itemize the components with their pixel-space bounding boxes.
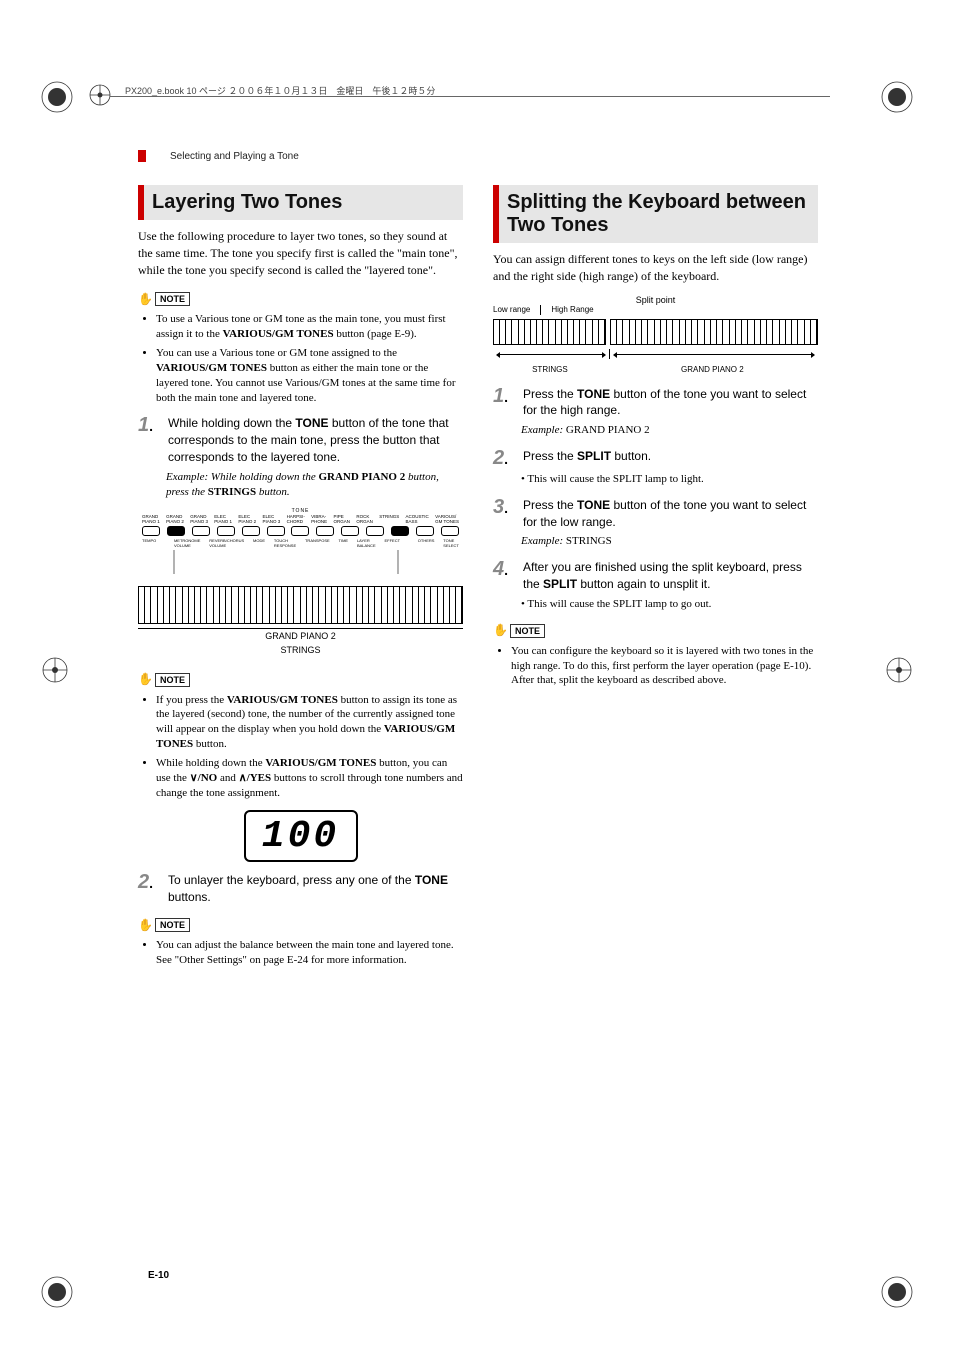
step-1: 1 While holding down the TONE button of … — [138, 415, 463, 465]
r-note-item: You can configure the keyboard so it is … — [511, 644, 818, 689]
page-number: E-10 — [148, 1270, 169, 1281]
panel-buttons — [138, 524, 463, 538]
heading-layering: Layering Two Tones — [138, 185, 463, 220]
panel-lines — [138, 550, 463, 574]
r-step-3-body: Press the TONE button of the tone you wa… — [523, 497, 818, 531]
note-2-item: If you press the VARIOUS/GM TONES button… — [156, 693, 463, 752]
breadcrumb-marker — [138, 150, 146, 162]
note-2-item: While holding down the VARIOUS/GM TONES … — [156, 756, 463, 801]
intro-splitting: You can assign different tones to keys o… — [493, 251, 818, 285]
step-2-body: To unlayer the keyboard, press any one o… — [168, 872, 463, 906]
heading-splitting: Splitting the Keyboard between Two Tones — [493, 185, 818, 243]
tone-panel-figure: TONE GRANDPIANO 1GRANDPIANO 2GRANDPIANO … — [138, 508, 463, 578]
r-step-1-body: Press the TONE button of the tone you wa… — [523, 386, 818, 420]
step-num-2: 2 — [138, 872, 160, 906]
r-note-label: NOTE — [510, 624, 545, 638]
kbd-caption-1: GRAND PIANO 2 — [138, 628, 463, 643]
r-step-2-sub: • This will cause the SPLIT lamp to ligh… — [521, 472, 818, 487]
strings-label: STRINGS — [493, 365, 607, 374]
r-step-2-body: Press the SPLIT button. — [523, 448, 818, 468]
r-step-4-body: After you are finished using the split k… — [523, 559, 818, 593]
r-step-4: 4 After you are finished using the split… — [493, 559, 818, 593]
page: PX200_e.book 10 ページ ２００６年１０月１３日 金曜日 午後１２… — [0, 0, 954, 1351]
note-1-list: To use a Various tone or GM tone as the … — [138, 312, 463, 405]
split-figure: Split point Low range High Range — [493, 295, 818, 374]
note-3-label-wrap: ✋ NOTE — [138, 914, 463, 936]
right-column: Splitting the Keyboard between Two Tones… — [493, 185, 818, 978]
regmark-top-left — [38, 78, 76, 116]
note-3-label: NOTE — [155, 918, 190, 932]
note-2-list: If you press the VARIOUS/GM TONES button… — [138, 693, 463, 801]
crossmark-header — [87, 82, 117, 112]
r-note-label-wrap: ✋ NOTE — [493, 620, 818, 642]
note-3-item: You can adjust the balance between the m… — [156, 938, 463, 968]
step-2: 2 To unlayer the keyboard, press any one… — [138, 872, 463, 906]
note-1-label: NOTE — [155, 292, 190, 306]
content: Layering Two Tones Use the following pro… — [138, 185, 818, 978]
r-step-2: 2 Press the SPLIT button. — [493, 448, 818, 468]
step-num-3: 3 — [493, 497, 515, 531]
left-column: Layering Two Tones Use the following pro… — [138, 185, 463, 978]
note-2-label-wrap: ✋ NOTE — [138, 669, 463, 691]
note-3-list: You can adjust the balance between the m… — [138, 938, 463, 968]
regmark-bottom-right — [878, 1273, 916, 1311]
keyboard-figure — [138, 586, 463, 624]
r-example-1: Example: GRAND PIANO 2 — [521, 423, 818, 438]
note-1-label-wrap: ✋ NOTE — [138, 288, 463, 310]
kbd-caption-2: STRINGS — [138, 643, 463, 657]
step-num-1: 1 — [138, 415, 160, 465]
panel-bot-labels: TEMPOMETRONOMEVOLUMEREVERB/CHORUSVOLUMEM… — [138, 538, 463, 548]
panel-top-labels: GRANDPIANO 1GRANDPIANO 2GRANDPIANO 3ELEC… — [138, 514, 463, 524]
r-note-list: You can configure the keyboard so it is … — [493, 644, 818, 689]
step-num-4: 4 — [493, 559, 515, 593]
breadcrumb: Selecting and Playing a Tone — [170, 151, 299, 162]
crossmark-left — [40, 655, 70, 685]
r-example-3: Example: STRINGS — [521, 534, 818, 549]
regmark-bottom-left — [38, 1273, 76, 1311]
r-step-3: 3 Press the TONE button of the tone you … — [493, 497, 818, 531]
crossmark-right — [884, 655, 914, 685]
r-step-1: 1 Press the TONE button of the tone you … — [493, 386, 818, 420]
split-point-label: Split point — [493, 295, 818, 305]
note-1-item: To use a Various tone or GM tone as the … — [156, 312, 463, 342]
step-num-1: 1 — [493, 386, 515, 420]
r-step-4-sub: • This will cause the SPLIT lamp to go o… — [521, 597, 818, 612]
header-text: PX200_e.book 10 ページ ２００６年１０月１３日 金曜日 午後１２… — [125, 84, 435, 97]
step-1-body: While holding down the TONE button of th… — [168, 415, 463, 465]
grand-piano-label: GRAND PIANO 2 — [607, 365, 818, 374]
example-1: Example: While holding down the GRAND PI… — [166, 470, 463, 500]
step-num-2: 2 — [493, 448, 515, 468]
low-range-label: Low range — [493, 305, 540, 315]
note-1-item: You can use a Various tone or GM tone as… — [156, 346, 463, 405]
high-range-label: High Range — [541, 305, 593, 315]
intro-layering: Use the following procedure to layer two… — [138, 228, 463, 278]
display-figure: 100 — [244, 810, 358, 862]
regmark-top-right — [878, 78, 916, 116]
note-2-label: NOTE — [155, 673, 190, 687]
